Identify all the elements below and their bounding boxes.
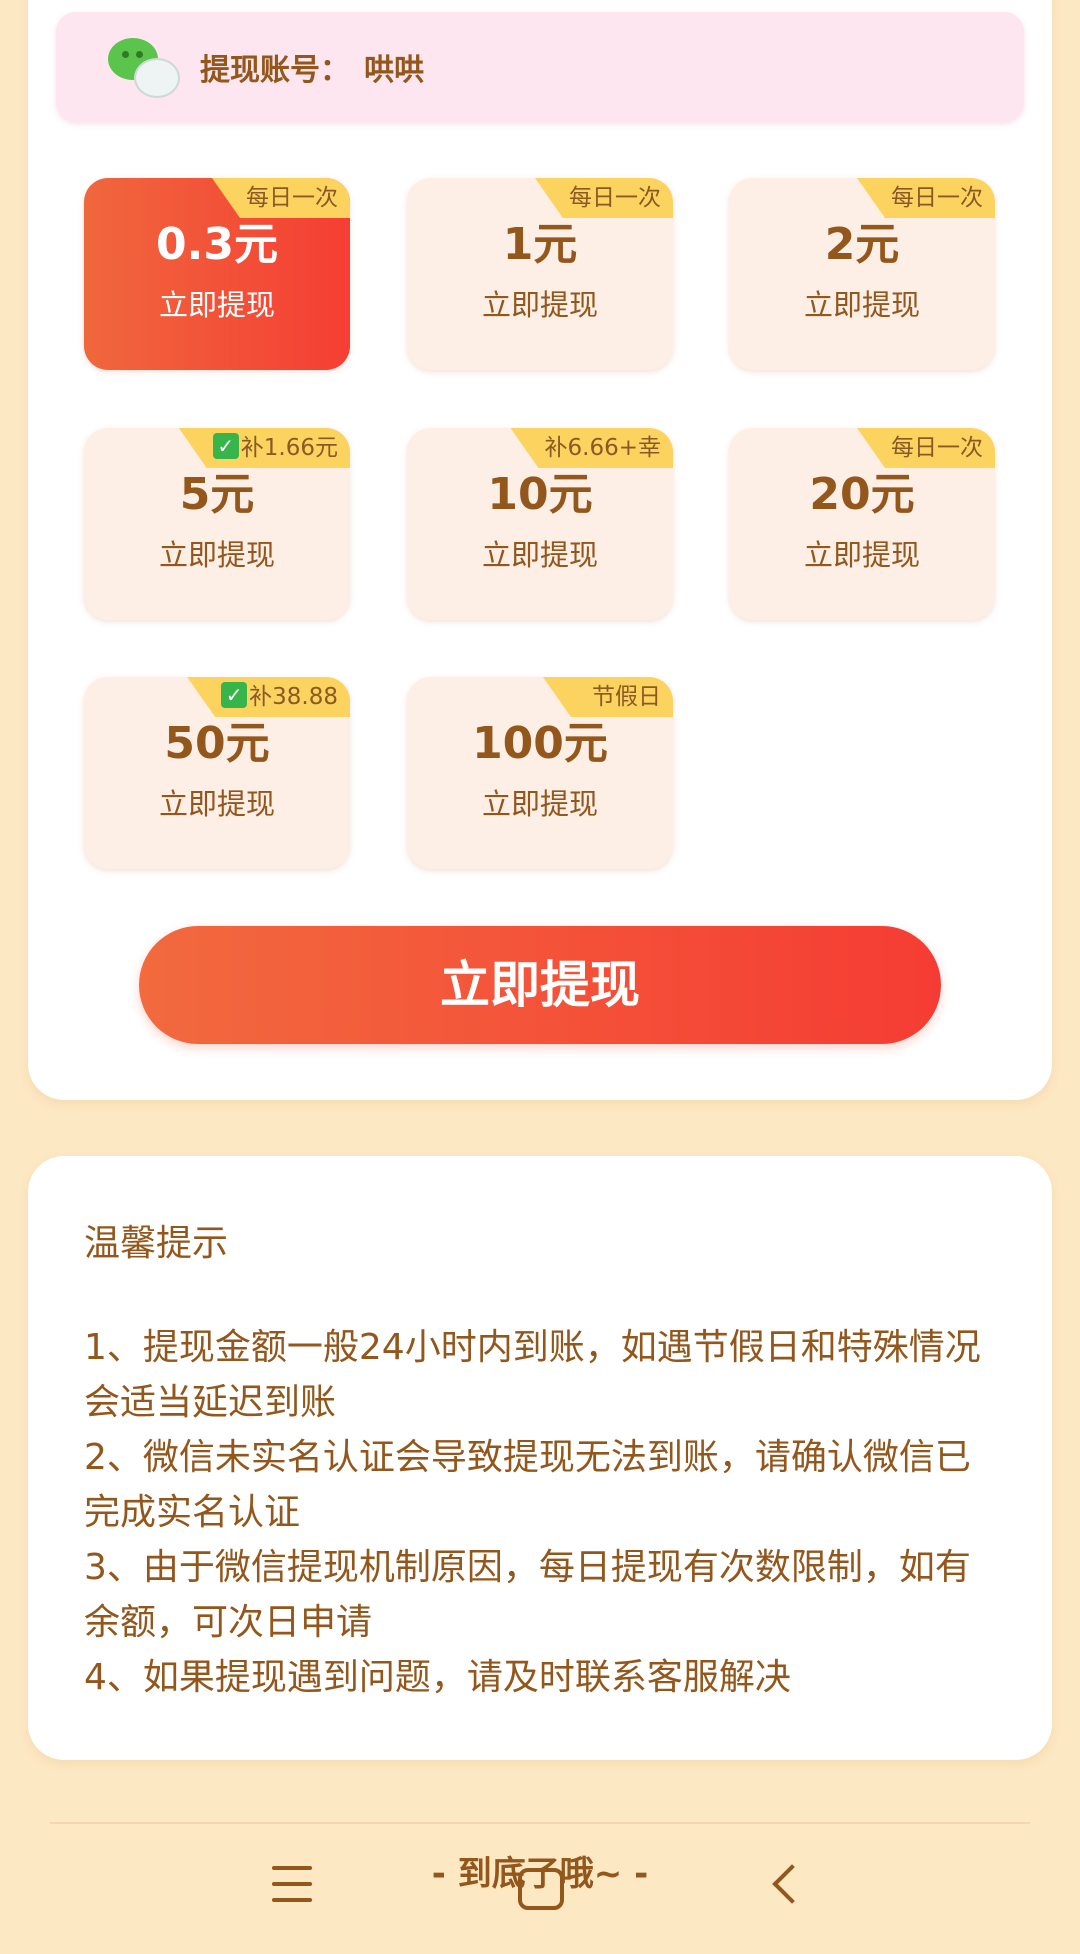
amount-option-10[interactable]: 补6.66+幸 10元 立即提现 — [407, 428, 673, 620]
check-icon: ✓ — [221, 682, 248, 708]
tile-amount: 1元 — [502, 219, 578, 270]
account-value: 哄哄 — [364, 53, 424, 88]
tips-list: 1、提现金额一般24小时内到账，如遇节假日和特殊情况会适当延迟到账 2、微信未实… — [84, 1320, 984, 1705]
tile-amount: 10元 — [487, 469, 593, 520]
tile-action: 立即提现 — [803, 288, 920, 322]
tip-item: 3、由于微信提现机制原因，每日提现有次数限制，如有余额，可次日申请 — [84, 1547, 971, 1643]
tile-action: 立即提现 — [481, 787, 598, 821]
amount-option-0-3[interactable]: 每日一次 0.3元 立即提现 — [84, 178, 350, 370]
tile-amount: 100元 — [472, 718, 608, 769]
check-icon: ✓ — [212, 433, 239, 459]
amount-option-100[interactable]: 节假日 100元 立即提现 — [407, 677, 673, 869]
amount-option-1[interactable]: 每日一次 1元 立即提现 — [407, 178, 673, 370]
tile-amount: 20元 — [809, 469, 915, 520]
amount-option-50[interactable]: ✓ 补38.88 50元 立即提现 — [84, 677, 350, 869]
account-label: 提现账号： — [200, 53, 350, 88]
menu-icon[interactable] — [272, 1866, 312, 1902]
tile-amount: 0.3元 — [156, 219, 278, 270]
amount-option-20[interactable]: 每日一次 20元 立即提现 — [729, 428, 995, 620]
tile-action: 立即提现 — [481, 538, 598, 572]
tip-item: 4、如果提现遇到问题，请及时联系客服解决 — [84, 1657, 791, 1698]
tips-title: 温馨提示 — [84, 1223, 229, 1264]
tile-amount: 2元 — [824, 219, 900, 270]
tip-item: 1、提现金额一般24小时内到账，如遇节假日和特殊情况会适当延迟到账 — [84, 1327, 981, 1423]
tile-action: 立即提现 — [158, 787, 275, 821]
amount-option-5[interactable]: ✓ 补1.66元 5元 立即提现 — [84, 428, 350, 620]
home-icon[interactable] — [518, 1868, 564, 1910]
tile-action: 立即提现 — [158, 538, 275, 572]
tile-action: 立即提现 — [803, 538, 920, 572]
amount-option-2[interactable]: 每日一次 2元 立即提现 — [729, 178, 995, 370]
tile-action: 立即提现 — [158, 288, 275, 322]
tile-action: 立即提现 — [481, 288, 598, 322]
wechat-icon — [108, 38, 180, 98]
withdraw-button[interactable]: 立即提现 — [139, 926, 941, 1044]
tile-amount: 5元 — [179, 469, 255, 520]
footer-divider — [50, 1822, 1030, 1824]
tip-item: 2、微信未实名认证会导致提现无法到账，请确认微信已完成实名认证 — [84, 1437, 971, 1533]
account-bar: 提现账号： 哄哄 — [56, 12, 1024, 122]
tile-amount: 50元 — [164, 718, 270, 769]
tips-card: 温馨提示 1、提现金额一般24小时内到账，如遇节假日和特殊情况会适当延迟到账 2… — [28, 1156, 1052, 1760]
